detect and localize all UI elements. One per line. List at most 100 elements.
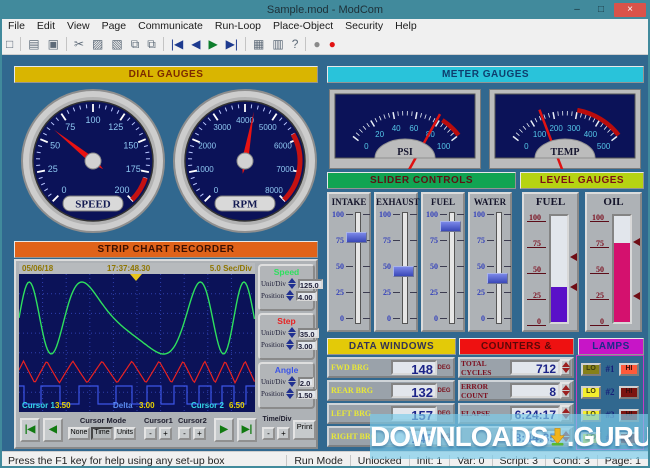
- channel-position-value[interactable]: 3.00: [296, 340, 317, 350]
- watermark-text-right: .GURU: [567, 421, 650, 453]
- level-title: FUEL: [524, 196, 577, 208]
- dial-gauge-rpm: 010002000300040005000600070008000RPM: [172, 88, 318, 234]
- svg-text:1000: 1000: [196, 165, 214, 174]
- data-window-label: FWD BRG: [331, 363, 391, 372]
- timediv-decrement-button[interactable]: -: [262, 427, 275, 440]
- counter-spinner-button[interactable]: [560, 359, 571, 376]
- level-setpoint-marker[interactable]: [570, 283, 577, 291]
- level-setpoint-marker[interactable]: [570, 253, 577, 261]
- position-spinner[interactable]: [286, 388, 294, 399]
- level-gauges-header: LEVEL GAUGES: [520, 172, 644, 189]
- cursor1-increment-button[interactable]: +: [159, 427, 172, 440]
- cursor2-decrement-button[interactable]: -: [178, 427, 191, 440]
- stop-lamp-icon[interactable]: ●: [309, 34, 324, 54]
- channel-position-value[interactable]: 1.50: [296, 389, 317, 399]
- play-button[interactable]: ▶: [214, 418, 234, 442]
- svg-text:175: 175: [126, 164, 141, 174]
- menu-view[interactable]: View: [61, 20, 96, 32]
- slider-tick-right: [457, 292, 464, 293]
- menu-security[interactable]: Security: [339, 20, 389, 32]
- menu-help[interactable]: Help: [389, 20, 423, 32]
- svg-text:TEMP: TEMP: [551, 147, 580, 158]
- open-icon[interactable]: ▤: [24, 34, 43, 54]
- toolbar-separator: [163, 37, 164, 51]
- slider-panel-exhaust: EXHAUST0255075100: [374, 192, 418, 332]
- slider-scale-label: 75: [471, 236, 485, 245]
- slider-tick-left: [440, 266, 447, 267]
- new-icon[interactable]: □: [2, 34, 17, 54]
- channel-position-value[interactable]: 4.00: [296, 291, 317, 301]
- channel-unit-div-value[interactable]: 125.0: [298, 279, 323, 289]
- copy-page-icon[interactable]: ⧉: [127, 34, 144, 54]
- counter-spinner-button[interactable]: [560, 382, 571, 399]
- counter-label: ERROR COUNT: [461, 382, 510, 400]
- menu-edit[interactable]: Edit: [31, 20, 61, 32]
- cursor-mode-time-button[interactable]: Time: [91, 427, 113, 440]
- slider-track[interactable]: [355, 212, 361, 324]
- step-back-button[interactable]: ◀: [43, 418, 63, 442]
- channel-box-step: StepUnit/Div35.0Position3.00: [258, 313, 315, 360]
- svg-text:300: 300: [567, 124, 581, 133]
- menu-file[interactable]: File: [2, 20, 31, 32]
- help-icon[interactable]: ?: [288, 34, 303, 54]
- cursor1-decrement-button[interactable]: -: [144, 427, 157, 440]
- level-setpoint-marker[interactable]: [633, 292, 640, 300]
- last-page-icon[interactable]: ▶|: [222, 34, 242, 54]
- slider-tick-right: [410, 240, 417, 241]
- minimize-button[interactable]: –: [566, 3, 588, 17]
- menu-page[interactable]: Page: [96, 20, 133, 32]
- slider-thumb[interactable]: [346, 232, 367, 243]
- slider-thumb[interactable]: [487, 273, 508, 284]
- channel-position-label: Position: [261, 292, 284, 300]
- slider-scale-label: 50: [377, 262, 391, 271]
- slider-title: WATER: [470, 197, 510, 207]
- channel-unit-div-value[interactable]: 2.0: [298, 377, 314, 387]
- menu-run-loop[interactable]: Run-Loop: [209, 20, 267, 32]
- data-windows-header: DATA WINDOWS: [327, 338, 456, 355]
- first-page-icon[interactable]: |◀: [167, 34, 187, 54]
- slider-thumb[interactable]: [393, 266, 414, 277]
- menu-place-object[interactable]: Place-Object: [267, 20, 339, 32]
- slider-tick-left: [487, 240, 494, 241]
- prev-page-icon[interactable]: ◀: [187, 34, 204, 54]
- svg-text:0: 0: [62, 185, 67, 195]
- timediv-increment-button[interactable]: +: [277, 427, 290, 440]
- cursor2-increment-button[interactable]: +: [193, 427, 206, 440]
- unit-div-spinner[interactable]: [288, 278, 296, 289]
- counter-spinner-arrows[interactable]: [562, 362, 570, 373]
- save-icon[interactable]: ▣: [44, 34, 63, 54]
- copy-icon[interactable]: ▨: [88, 34, 107, 54]
- slider-tick-left: [393, 292, 400, 293]
- duplicate-icon[interactable]: ⧉: [143, 34, 160, 54]
- close-button[interactable]: ×: [614, 3, 646, 17]
- paste-icon[interactable]: ▧: [107, 34, 126, 54]
- fast-forward-button[interactable]: ▶|: [237, 418, 257, 442]
- slider-tick-right: [457, 266, 464, 267]
- slider-tick-left: [487, 292, 494, 293]
- counter-value: 712: [510, 360, 560, 375]
- channel-unit-div-value[interactable]: 35.0: [298, 328, 319, 338]
- record-lamp-icon[interactable]: ●: [325, 34, 340, 54]
- level-setpoint-marker[interactable]: [633, 238, 640, 246]
- print-button[interactable]: Print: [293, 420, 316, 440]
- position-spinner[interactable]: [286, 290, 294, 301]
- unit-div-spinner[interactable]: [288, 376, 296, 387]
- print-icon[interactable]: ▥: [268, 34, 287, 54]
- svg-text:25: 25: [48, 164, 58, 174]
- counter-spinner-arrows[interactable]: [562, 385, 570, 396]
- watermark: DOWNLOADS .GURU: [370, 414, 650, 459]
- cut-icon[interactable]: ✂: [70, 34, 88, 54]
- rewind-button[interactable]: |◀: [20, 418, 40, 442]
- window-icon[interactable]: ▦: [249, 34, 268, 54]
- svg-text:PSI: PSI: [397, 147, 413, 158]
- position-spinner[interactable]: [286, 339, 294, 350]
- menu-communicate[interactable]: Communicate: [132, 20, 209, 32]
- cursor-mode-units-button[interactable]: Units: [114, 427, 136, 440]
- slider-track[interactable]: [496, 212, 502, 324]
- slider-thumb[interactable]: [440, 221, 461, 232]
- window-controls: –□×: [566, 3, 646, 17]
- cursor-mode-none-button[interactable]: None: [68, 427, 90, 440]
- maximize-button[interactable]: □: [590, 3, 612, 17]
- run-icon[interactable]: ▶: [204, 34, 221, 54]
- unit-div-spinner[interactable]: [288, 327, 296, 338]
